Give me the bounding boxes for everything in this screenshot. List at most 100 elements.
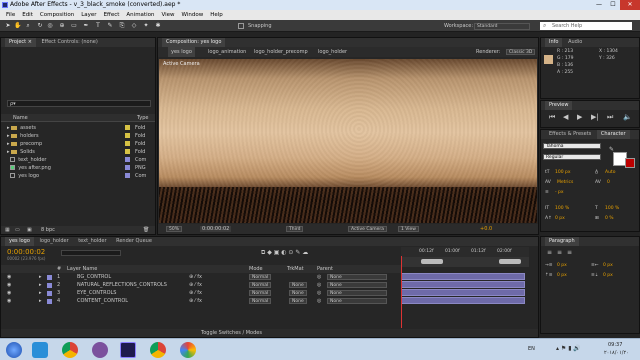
new-comp-icon[interactable]: ▣ [27, 226, 32, 234]
menu-layer[interactable]: Layer [81, 10, 96, 20]
font-size-value[interactable]: 100 px [555, 170, 571, 175]
zoom-tool-icon[interactable]: ⌕ [24, 22, 32, 30]
play-icon[interactable]: ▶ [577, 113, 582, 121]
last-frame-icon[interactable]: ⏭ [607, 113, 613, 122]
snapping-checkbox[interactable] [238, 23, 244, 29]
layer-duration-bar[interactable] [401, 289, 525, 296]
tab-yes-logo[interactable]: yes logo [5, 237, 34, 246]
font-style-dropdown[interactable]: Regular [543, 154, 601, 160]
views-dropdown[interactable]: 1 View [398, 226, 419, 232]
tab-info[interactable]: Info [545, 38, 563, 47]
project-item-solids[interactable]: ▸ Solids Fold [7, 148, 155, 156]
align-left-icon[interactable]: ≡ [547, 249, 552, 256]
language-indicator[interactable]: EN [528, 346, 535, 352]
space-before-value[interactable]: 0 px [557, 273, 567, 278]
label-swatch[interactable] [125, 165, 130, 170]
horizontal-scale-value[interactable]: 100 % [605, 206, 619, 211]
exposure-value[interactable]: +0.0 [480, 224, 492, 234]
tab-preview[interactable]: Preview [545, 101, 573, 110]
search-help-input[interactable]: Search Help [540, 22, 632, 30]
mode-dropdown[interactable]: Normal [249, 298, 272, 304]
label-swatch[interactable] [125, 157, 130, 162]
pen-tool-icon[interactable]: ✒ [82, 22, 90, 30]
layer-name[interactable]: EYE_CONTROLS [77, 289, 116, 297]
keyframe-marker[interactable] [499, 259, 521, 264]
project-item-yes-after[interactable]: yes after.png PNG [7, 164, 155, 172]
chrome-icon[interactable] [150, 342, 166, 358]
clock-date[interactable]: ۲۰۱۸/۰۱/۲۰ [604, 350, 629, 356]
selection-tool-icon[interactable]: ➤ [4, 22, 12, 30]
bpc-label[interactable]: 8 bpc [41, 226, 55, 234]
expand-arrow-icon[interactable]: ▸ [39, 297, 42, 305]
visibility-icon[interactable]: ◉ [7, 273, 11, 281]
expand-arrow-icon[interactable]: ▸ [39, 289, 42, 297]
parent-dropdown[interactable]: None [327, 290, 387, 296]
timeline-timecode[interactable]: 0:00:00:02 [7, 248, 45, 256]
header-type[interactable]: Type [137, 114, 148, 122]
layer-switches[interactable]: ⊕ ⁄ fx [189, 297, 202, 305]
zoom-dropdown[interactable]: 50% [166, 226, 183, 232]
parent-dropdown[interactable]: None [327, 274, 387, 280]
first-frame-icon[interactable]: ⏮ [549, 113, 555, 122]
menu-edit[interactable]: Edit [22, 10, 33, 20]
pickwhip-icon[interactable]: ◎ [317, 273, 321, 281]
mode-dropdown[interactable]: Normal [249, 290, 272, 296]
layer-duration-bar[interactable] [401, 297, 525, 304]
layer-name[interactable]: CONTENT_CONTROL [77, 297, 128, 305]
layer-duration-bar[interactable] [401, 281, 525, 288]
pickwhip-icon[interactable]: ◎ [317, 289, 321, 297]
timeline-switch-icons[interactable]: ⧉ ◆ ▣ ◐ ⊙ ✎ ☁ [261, 249, 308, 257]
renderer-dropdown[interactable]: Classic 3D [506, 49, 536, 55]
layer-duration-bar[interactable] [401, 273, 525, 280]
audio-icon[interactable]: 🔈 [623, 113, 632, 121]
time-ruler[interactable]: 00:12f 01:00f 01:12f 02:00f [401, 247, 529, 257]
label-swatch[interactable] [125, 141, 130, 146]
timecode-display[interactable]: 0:00:00:02 [200, 226, 232, 232]
viber-icon[interactable] [92, 342, 108, 358]
clone-tool-icon[interactable]: ⎘ [118, 22, 126, 30]
header-mode[interactable]: Mode [249, 265, 263, 273]
keyframe-marker[interactable] [421, 259, 443, 264]
resolution-dropdown[interactable]: Third [286, 226, 304, 232]
expand-arrow-icon[interactable]: ▸ [39, 281, 42, 289]
breadcrumb-logo-holder-precomp[interactable]: logo_holder_precomp [254, 47, 308, 57]
pickwhip-icon[interactable]: ◎ [317, 297, 321, 305]
project-item-assets[interactable]: ▸ assets Fold [7, 124, 155, 132]
label-swatch[interactable] [125, 149, 130, 154]
layer-name[interactable]: BG_CONTROL [77, 273, 111, 281]
brush-tool-icon[interactable]: ✎ [106, 22, 114, 30]
tsume-value[interactable]: 0 % [605, 216, 614, 221]
indent-left-value[interactable]: 0 px [557, 263, 567, 268]
puppet-tool-icon[interactable]: ✱ [154, 22, 162, 30]
new-folder-icon[interactable]: ▭ [15, 226, 20, 234]
visibility-icon[interactable]: ◉ [7, 281, 11, 289]
mask-tool-icon[interactable]: ▭ [70, 22, 78, 30]
parent-dropdown[interactable]: None [327, 282, 387, 288]
next-frame-icon[interactable]: ▶| [591, 113, 599, 121]
tab-effects-presets[interactable]: Effects & Presets [545, 130, 595, 139]
close-button[interactable]: ✕ [620, 0, 640, 10]
tab-character[interactable]: Character [596, 130, 630, 139]
project-item-yes-logo[interactable]: yes logo Com [7, 172, 155, 180]
type-tool-icon[interactable]: T [94, 22, 102, 30]
visibility-icon[interactable]: ◉ [7, 297, 11, 305]
eraser-tool-icon[interactable]: ◇ [130, 22, 138, 30]
menu-animation[interactable]: Animation [126, 10, 154, 20]
pickwhip-icon[interactable]: ◎ [317, 281, 321, 289]
trash-icon[interactable]: 🗑 [143, 226, 149, 234]
mode-dropdown[interactable]: Normal [249, 282, 272, 288]
font-family-dropdown[interactable]: Tahoma [543, 143, 601, 149]
tab-audio[interactable]: Audio [564, 38, 586, 47]
pan-behind-tool-icon[interactable]: ⊕ [58, 22, 66, 30]
project-search-input[interactable]: ρ▾ [7, 100, 151, 107]
kerning-value[interactable]: Metrics [557, 180, 573, 185]
tab-logo-holder[interactable]: logo_holder [36, 237, 73, 246]
header-parent[interactable]: Parent [317, 265, 333, 273]
tab-effect-controls[interactable]: Effect Controls: (none) [37, 38, 101, 47]
header-trkmat[interactable]: TrkMat [287, 265, 304, 273]
photos-icon[interactable] [180, 342, 196, 358]
menu-help[interactable]: Help [210, 10, 223, 20]
breadcrumb-yes-logo[interactable]: yes logo [168, 47, 195, 57]
current-time-indicator[interactable] [401, 256, 402, 328]
space-after-value[interactable]: 0 px [603, 273, 613, 278]
